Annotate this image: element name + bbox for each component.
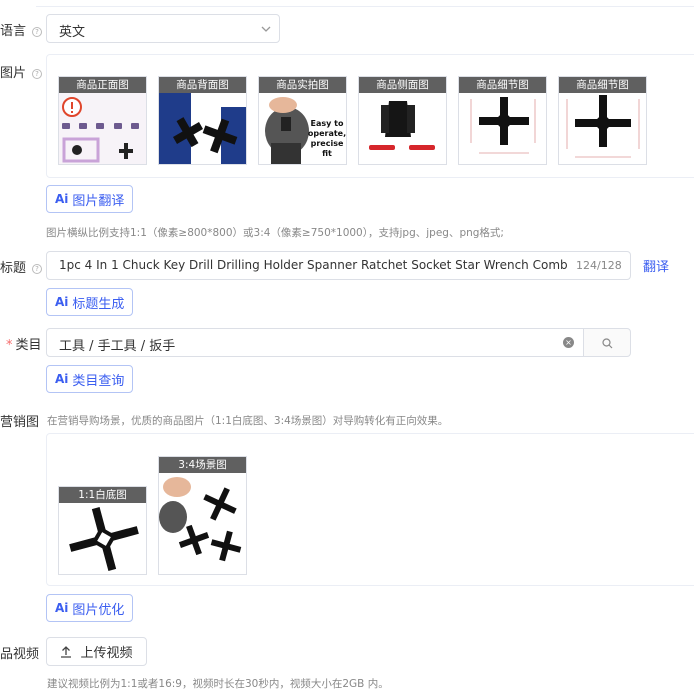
category-search-button[interactable]: [583, 328, 631, 357]
marketing-square-content: [59, 503, 146, 574]
photo-caption-text: Easy to operate, precise fit: [307, 119, 347, 158]
chevron-down-icon: [261, 26, 271, 32]
help-icon[interactable]: ?: [32, 264, 43, 274]
category-value: 工具 / 手工具 / 扳手: [59, 339, 176, 354]
language-value: 英文: [59, 25, 86, 40]
title-input-box[interactable]: 124/128: [46, 251, 631, 280]
ai-icon: Ai: [55, 601, 69, 615]
title-label: 标题?: [0, 257, 43, 276]
help-icon[interactable]: ?: [32, 27, 43, 37]
marketing-scene-content: [159, 473, 246, 574]
language-label: 语言?: [0, 20, 43, 39]
video-hint: 建议视频比例为1:1或者16:9，视频时长在30秒内，视频大小在2GB 内。: [47, 678, 389, 690]
marketing-hint: 在营销导购场景，优质的商品图片（1:1白底图、3:4场景图）对导购转化有正向效果…: [47, 415, 449, 427]
top-divider: [36, 6, 694, 7]
upload-video-button[interactable]: 上传视频: [46, 637, 147, 666]
images-label: 图片?: [0, 62, 43, 81]
product-image-front[interactable]: 商品正面图: [58, 76, 147, 165]
ai-icon: Ai: [55, 372, 69, 386]
category-label: * 类目: [6, 338, 42, 353]
title-translate-link[interactable]: 翻译: [643, 256, 669, 275]
clear-icon[interactable]: ×: [563, 337, 574, 348]
upload-icon: [61, 645, 72, 658]
image-back-content: [159, 93, 246, 164]
ai-icon: Ai: [55, 295, 69, 309]
category-query-button[interactable]: Ai 类目查询: [46, 365, 134, 393]
image-front-content: [59, 93, 146, 164]
image-detail2-content: [559, 93, 646, 164]
marketing-image-scene[interactable]: 3:4场景图: [158, 456, 247, 575]
title-input[interactable]: [59, 258, 567, 272]
marketing-label: 营销图: [0, 415, 40, 430]
image-optimize-button[interactable]: Ai 图片优化: [46, 594, 134, 622]
category-select[interactable]: 工具 / 手工具 / 扳手 ×: [46, 328, 584, 357]
image-hint: 图片横纵比例支持1:1（像素≥800*800）或3:4（像素≥750*1000）…: [46, 227, 504, 239]
marketing-image-square[interactable]: 1:1白底图: [58, 486, 147, 575]
title-generate-button[interactable]: Ai 标题生成: [46, 288, 134, 316]
required-mark: *: [6, 338, 13, 353]
image-side-content: [359, 93, 446, 164]
search-icon: [602, 338, 613, 349]
image-translate-button[interactable]: Ai 图片翻译: [46, 185, 134, 213]
image-detail1-content: [459, 93, 546, 164]
title-char-count: 124/128: [576, 259, 622, 272]
product-image-side[interactable]: 商品侧面图: [358, 76, 447, 165]
product-image-detail-2[interactable]: 商品细节图: [558, 76, 647, 165]
product-image-photo[interactable]: 商品实拍图 Easy to operate, precise fit: [258, 76, 347, 165]
product-image-detail-1[interactable]: 商品细节图: [458, 76, 547, 165]
product-image-back[interactable]: 商品背面图: [158, 76, 247, 165]
language-select[interactable]: 英文: [46, 14, 280, 43]
video-label: 品视频: [0, 647, 40, 662]
help-icon[interactable]: ?: [32, 69, 43, 79]
ai-icon: Ai: [55, 192, 69, 206]
